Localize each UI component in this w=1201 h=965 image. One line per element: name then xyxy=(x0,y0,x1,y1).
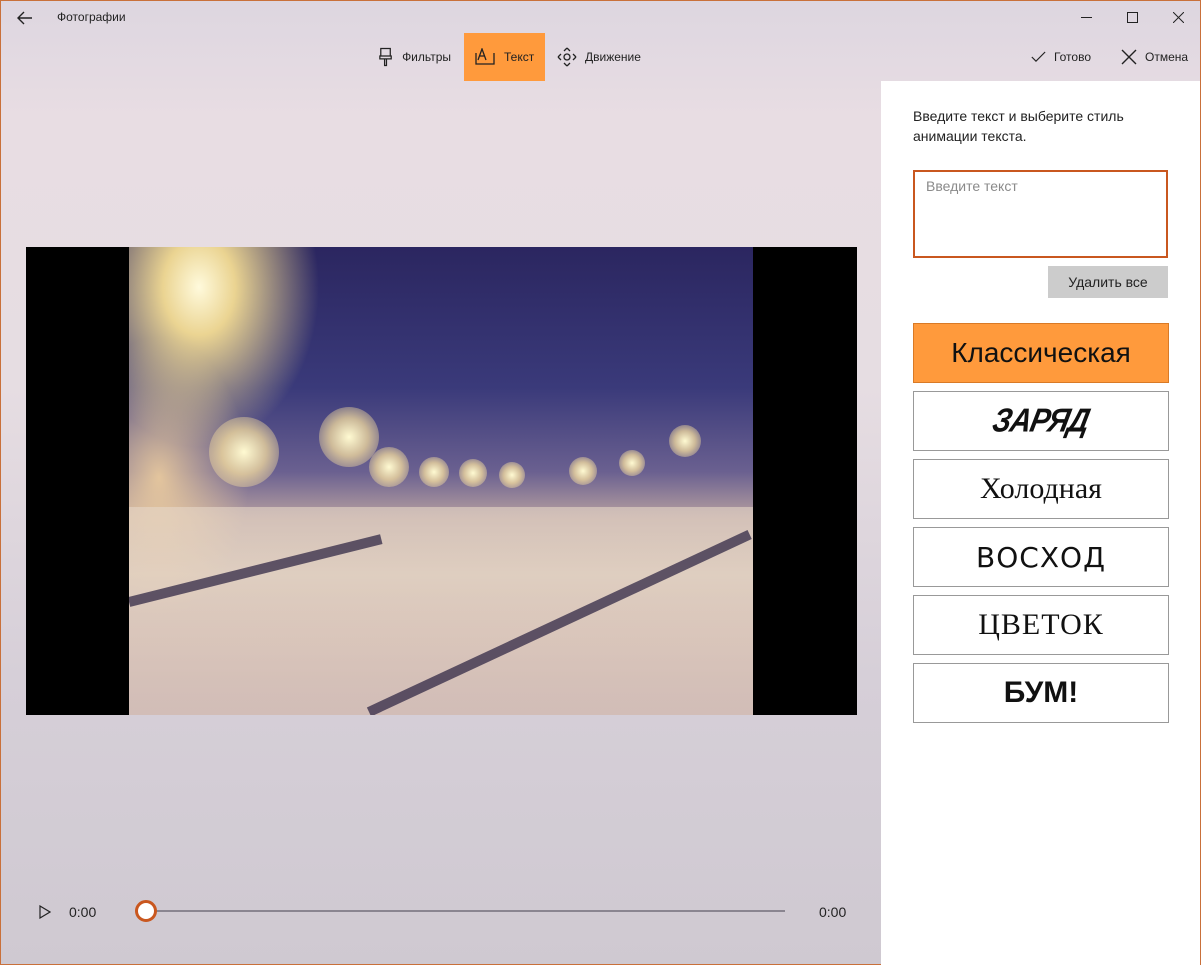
video-frame-image xyxy=(129,247,753,715)
play-button[interactable] xyxy=(33,899,57,925)
panel-instruction: Введите текст и выберите стиль анимации … xyxy=(913,108,1124,144)
video-light xyxy=(419,457,449,487)
video-light xyxy=(499,462,525,488)
delete-all-button[interactable]: Удалить все xyxy=(1048,266,1168,298)
video-preview[interactable] xyxy=(26,247,857,715)
style-label: БУМ! xyxy=(1003,676,1079,709)
video-light xyxy=(569,457,597,485)
style-boom-button[interactable]: БУМ! xyxy=(913,663,1169,723)
tab-motion[interactable]: Движение xyxy=(547,33,655,81)
tab-filters-label: Фильтры xyxy=(402,50,451,64)
close-icon xyxy=(1121,49,1137,65)
text-input[interactable] xyxy=(913,170,1168,258)
style-label: ЦВЕТОК xyxy=(978,608,1104,641)
play-icon xyxy=(39,905,51,919)
text-panel: Введите текст и выберите стиль анимации … xyxy=(881,81,1200,965)
cancel-button[interactable]: Отмена xyxy=(1111,33,1199,81)
tab-text[interactable]: Текст xyxy=(464,33,545,81)
seek-bar[interactable] xyxy=(146,910,785,912)
current-time: 0:00 xyxy=(69,904,97,920)
app-title: Фотографии xyxy=(57,10,126,24)
style-label: ВОСХОД xyxy=(976,540,1106,574)
close-icon xyxy=(1172,11,1184,23)
video-light xyxy=(669,425,701,457)
total-time: 0:00 xyxy=(819,904,847,920)
video-light xyxy=(459,459,487,487)
video-light xyxy=(619,450,645,476)
arrow-left-icon xyxy=(17,11,32,25)
tab-filters[interactable]: Фильтры xyxy=(367,33,461,81)
text-box-icon xyxy=(475,48,495,65)
maximize-icon xyxy=(1126,11,1138,23)
style-flower-button[interactable]: ЦВЕТОК xyxy=(913,595,1169,655)
cancel-label: Отмена xyxy=(1145,50,1189,64)
style-classic-button[interactable]: Классическая xyxy=(913,323,1169,383)
style-label: Холодная xyxy=(980,472,1102,505)
video-light xyxy=(209,417,279,487)
close-button[interactable] xyxy=(1155,1,1201,33)
style-cold-button[interactable]: Холодная xyxy=(913,459,1169,519)
minimize-icon xyxy=(1080,16,1092,18)
done-button[interactable]: Готово xyxy=(1021,33,1101,81)
maximize-button[interactable] xyxy=(1109,1,1155,33)
title-bar: Фотографии xyxy=(1,1,1200,34)
move-icon xyxy=(557,47,577,67)
checkmark-icon xyxy=(1031,51,1046,62)
style-sunrise-button[interactable]: ВОСХОД xyxy=(913,527,1169,587)
style-charge-button[interactable]: ЗАРЯД xyxy=(913,391,1169,451)
brush-icon xyxy=(379,47,392,67)
done-label: Готово xyxy=(1053,50,1091,64)
minimize-button[interactable] xyxy=(1063,1,1109,33)
style-label: ЗАРЯД xyxy=(989,402,1093,439)
tab-motion-label: Движение xyxy=(585,50,641,64)
seek-thumb[interactable] xyxy=(135,900,157,922)
video-light xyxy=(369,447,409,487)
tab-text-label: Текст xyxy=(504,50,535,64)
back-button[interactable] xyxy=(7,3,43,33)
style-label: Классическая xyxy=(951,337,1131,368)
